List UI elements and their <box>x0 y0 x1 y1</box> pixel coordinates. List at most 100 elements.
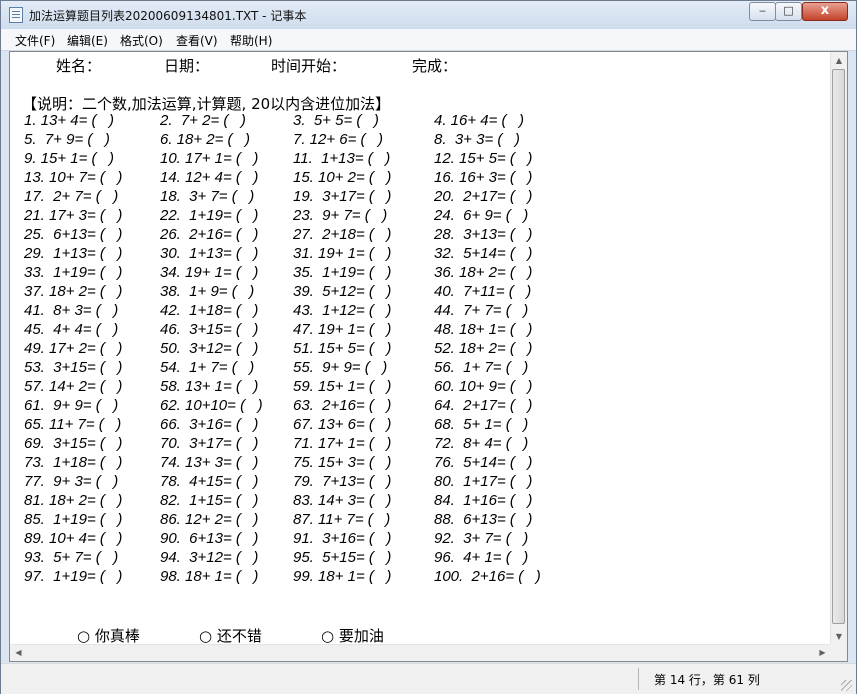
question-item: 100. 2+16= ( ) <box>434 568 541 585</box>
resize-grip-icon[interactable] <box>841 680 852 691</box>
question-item: 85. 1+19= ( ) <box>24 511 123 528</box>
question-item: 98. 18+ 1= ( ) <box>160 568 259 585</box>
question-item: 89. 10+ 4= ( ) <box>24 530 123 547</box>
question-item: 57. 14+ 2= ( ) <box>24 378 123 395</box>
question-item: 5. 7+ 9= ( ) <box>24 131 110 148</box>
question-item: 51. 15+ 5= ( ) <box>293 340 392 357</box>
question-item: 64. 2+17= ( ) <box>434 397 533 414</box>
question-item: 49. 17+ 2= ( ) <box>24 340 123 357</box>
question-item: 55. 9+ 9= ( ) <box>293 359 388 376</box>
question-item: 20. 2+17= ( ) <box>434 188 533 205</box>
menu-help[interactable]: 帮助(H) <box>230 32 272 49</box>
question-item: 94. 3+12= ( ) <box>160 549 259 566</box>
horizontal-scrollbar[interactable]: ◀ ▶ <box>10 644 831 661</box>
question-item: 67. 13+ 6= ( ) <box>293 416 392 433</box>
description-line: 【说明：二个数,加法运算,计算题, 20以内含进位加法】 <box>22 95 391 113</box>
question-item: 16. 16+ 3= ( ) <box>434 169 533 186</box>
question-item: 39. 5+12= ( ) <box>293 283 392 300</box>
scroll-left-icon[interactable]: ◀ <box>10 645 27 661</box>
question-item: 30. 1+13= ( ) <box>160 245 259 262</box>
question-item: 15. 10+ 2= ( ) <box>293 169 392 186</box>
question-item: 88. 6+13= ( ) <box>434 511 533 528</box>
rating-great: ○ 你真棒 <box>77 627 140 645</box>
document-text[interactable]: 姓名： 日期： 时间开始： 完成： 【说明：二个数,加法运算,计算题, 20以内… <box>10 52 830 645</box>
question-item: 99. 18+ 1= ( ) <box>293 568 392 585</box>
rating-try-harder: ○ 要加油 <box>321 627 384 645</box>
question-item: 47. 19+ 1= ( ) <box>293 321 392 338</box>
question-item: 1. 13+ 4= ( ) <box>24 112 115 129</box>
question-item: 70. 3+17= ( ) <box>160 435 259 452</box>
question-item: 12. 15+ 5= ( ) <box>434 150 533 167</box>
question-item: 35. 1+19= ( ) <box>293 264 392 281</box>
window-title: 加法运算题目列表20200609134801.TXT - 记事本 <box>29 9 307 23</box>
editor-area[interactable]: 姓名： 日期： 时间开始： 完成： 【说明：二个数,加法运算,计算题, 20以内… <box>9 51 848 662</box>
question-item: 52. 18+ 2= ( ) <box>434 340 533 357</box>
vertical-scrollbar[interactable]: ▲ ▼ <box>830 52 847 645</box>
question-item: 60. 10+ 9= ( ) <box>434 378 533 395</box>
question-item: 26. 2+16= ( ) <box>160 226 259 243</box>
question-item: 71. 17+ 1= ( ) <box>293 435 392 452</box>
question-item: 6. 18+ 2= ( ) <box>160 131 251 148</box>
question-item: 66. 3+16= ( ) <box>160 416 259 433</box>
question-item: 59. 15+ 1= ( ) <box>293 378 392 395</box>
menu-format[interactable]: 格式(O) <box>120 32 163 49</box>
question-item: 69. 3+15= ( ) <box>24 435 123 452</box>
question-item: 50. 3+12= ( ) <box>160 340 259 357</box>
question-item: 36. 18+ 2= ( ) <box>434 264 533 281</box>
menu-view[interactable]: 查看(V) <box>176 32 218 49</box>
close-icon: x <box>820 3 830 18</box>
question-item: 28. 3+13= ( ) <box>434 226 533 243</box>
maximize-button[interactable]: □ <box>775 2 802 21</box>
question-item: 42. 1+18= ( ) <box>160 302 259 319</box>
question-item: 75. 15+ 3= ( ) <box>293 454 392 471</box>
close-button[interactable]: x <box>802 2 848 21</box>
question-item: 29. 1+13= ( ) <box>24 245 123 262</box>
question-item: 84. 1+16= ( ) <box>434 492 533 509</box>
scroll-up-icon[interactable]: ▲ <box>831 52 847 69</box>
question-item: 8. 3+ 3= ( ) <box>434 131 520 148</box>
question-item: 95. 5+15= ( ) <box>293 549 392 566</box>
question-item: 34. 19+ 1= ( ) <box>160 264 259 281</box>
question-item: 81. 18+ 2= ( ) <box>24 492 123 509</box>
question-item: 87. 11+ 7= ( ) <box>293 511 391 528</box>
question-item: 43. 1+12= ( ) <box>293 302 392 319</box>
question-item: 38. 1+ 9= ( ) <box>160 283 255 300</box>
minimize-icon: ‒ <box>759 4 766 17</box>
question-item: 58. 13+ 1= ( ) <box>160 378 259 395</box>
status-separator <box>638 668 639 690</box>
question-item: 65. 11+ 7= ( ) <box>24 416 122 433</box>
question-item: 62. 10+10= ( ) <box>160 397 263 414</box>
scroll-down-icon[interactable]: ▼ <box>831 628 847 645</box>
question-item: 3. 5+ 5= ( ) <box>293 112 379 129</box>
question-item: 41. 8+ 3= ( ) <box>24 302 119 319</box>
question-item: 37. 18+ 2= ( ) <box>24 283 123 300</box>
title-bar[interactable]: 加法运算题目列表20200609134801.TXT - 记事本 ‒ □ x <box>1 1 856 29</box>
question-item: 9. 15+ 1= ( ) <box>24 150 115 167</box>
question-item: 19. 3+17= ( ) <box>293 188 392 205</box>
status-bar: 第 14 行，第 61 列 <box>1 663 856 694</box>
notepad-icon[interactable] <box>9 7 23 23</box>
question-item: 80. 1+17= ( ) <box>434 473 533 490</box>
question-item: 21. 17+ 3= ( ) <box>24 207 123 224</box>
question-item: 82. 1+15= ( ) <box>160 492 259 509</box>
question-item: 10. 17+ 1= ( ) <box>160 150 259 167</box>
scroll-corner <box>830 644 847 661</box>
vertical-scroll-thumb[interactable] <box>832 69 845 624</box>
question-item: 90. 6+13= ( ) <box>160 530 259 547</box>
question-item: 97. 1+19= ( ) <box>24 568 123 585</box>
name-field-label: 姓名： <box>56 57 102 75</box>
question-item: 14. 12+ 4= ( ) <box>160 169 259 186</box>
question-item: 61. 9+ 9= ( ) <box>24 397 119 414</box>
question-item: 32. 5+14= ( ) <box>434 245 533 262</box>
question-item: 33. 1+19= ( ) <box>24 264 123 281</box>
menu-edit[interactable]: 编辑(E) <box>67 32 108 49</box>
scroll-right-icon[interactable]: ▶ <box>814 645 831 661</box>
question-item: 4. 16+ 4= ( ) <box>434 112 525 129</box>
cursor-position: 第 14 行，第 61 列 <box>654 673 760 687</box>
notepad-window: 加法运算题目列表20200609134801.TXT - 记事本 ‒ □ x 文… <box>0 0 857 694</box>
date-field-label: 日期： <box>164 57 210 75</box>
menu-file[interactable]: 文件(F) <box>15 32 55 49</box>
minimize-button[interactable]: ‒ <box>749 2 776 21</box>
question-item: 27. 2+18= ( ) <box>293 226 392 243</box>
question-item: 83. 14+ 3= ( ) <box>293 492 392 509</box>
